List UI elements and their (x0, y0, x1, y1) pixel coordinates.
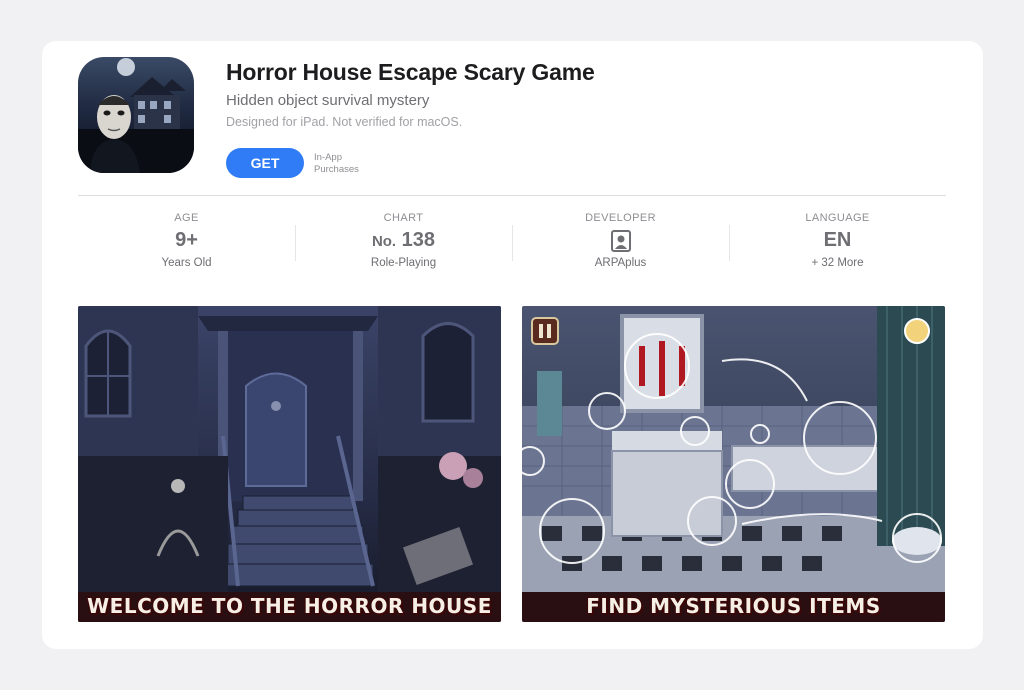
info-stats-row: AGE 9+ Years Old CHART No. 138 Role-Play… (78, 209, 946, 275)
in-app-purchases-label: In-App Purchases (314, 152, 359, 175)
app-title: Horror House Escape Scary Game (226, 59, 595, 85)
stat-chart-value: No. 138 (295, 228, 512, 252)
screenshot-1[interactable]: WELCOME TO THE HORROR HOUSE (78, 306, 501, 622)
haunted-porch-image (78, 306, 501, 622)
app-card: Horror House Escape Scary Game Hidden ob… (42, 41, 983, 649)
stat-language-value: EN (823, 229, 852, 251)
bathroom-scene-image (522, 306, 945, 622)
stat-developer-sub: ARPAplus (594, 257, 647, 269)
stat-age-header: AGE (174, 212, 199, 224)
stat-language-sub: + 32 More (811, 257, 864, 269)
stat-developer-value (512, 228, 729, 252)
stat-language-header: LANGUAGE (805, 212, 870, 224)
compatibility-note: Designed for iPad. Not verified for macO… (226, 115, 463, 129)
stat-age: AGE 9+ Years Old (78, 209, 295, 275)
divider (78, 195, 946, 196)
stat-chart[interactable]: CHART No. 138 Role-Playing (295, 209, 512, 275)
screenshot-2[interactable]: FIND MYSTERIOUS ITEMS (522, 306, 945, 622)
get-button[interactable]: GET (226, 148, 304, 178)
chart-rank-number: 138 (401, 229, 436, 251)
chart-rank-prefix: No. (371, 233, 397, 250)
stat-developer[interactable]: DEVELOPER ARPAplus (512, 209, 729, 275)
app-subtitle: Hidden object survival mystery (226, 92, 430, 109)
stat-age-value: 9+ (175, 229, 198, 251)
screenshot-1-caption: WELCOME TO THE HORROR HOUSE (87, 594, 492, 618)
screenshot-2-caption: FIND MYSTERIOUS ITEMS (586, 594, 881, 618)
app-icon[interactable] (78, 57, 194, 173)
person-square-icon (610, 229, 631, 252)
stat-developer-header: DEVELOPER (585, 212, 656, 224)
stat-chart-sub: Role-Playing (370, 257, 437, 269)
stat-chart-header: CHART (383, 212, 424, 224)
haunted-house-mask-icon (78, 58, 194, 173)
stat-age-sub: Years Old (161, 257, 212, 269)
stat-language: LANGUAGE EN + 32 More (729, 209, 946, 275)
